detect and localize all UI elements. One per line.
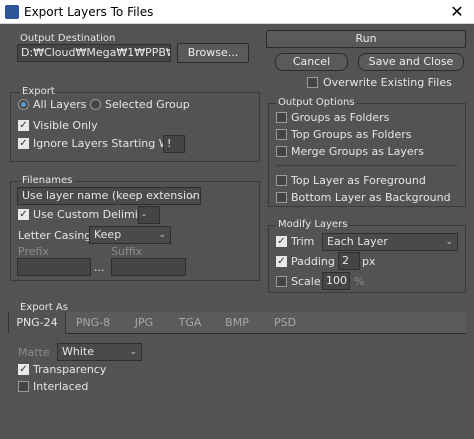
run-button[interactable]: Run [266,30,466,48]
tab-jpg[interactable]: JPG [122,312,166,334]
selected-group-radio[interactable] [90,99,101,110]
tab-tga[interactable]: TGA [168,312,212,334]
groups-as-folders-checkbox[interactable] [276,112,287,123]
matte-value: White [62,345,94,358]
export-label: Export [20,86,57,97]
interlaced-label: Interlaced [33,380,89,393]
prefix-suffix-ellipsis: ... [94,261,105,274]
chevron-down-icon: ⌄ [158,230,166,240]
tab-png-8[interactable]: PNG-8 [70,312,116,334]
output-options-divider [276,165,458,166]
selected-group-label: Selected Group [105,98,190,111]
chevron-down-icon: ⌄ [129,347,137,357]
groups-as-folders-label: Groups as Folders [291,111,390,124]
transparency-checkbox[interactable]: ✓ [18,364,29,375]
title-bar: Export Layers To Files ✕ [0,0,474,24]
interlaced-checkbox[interactable] [18,381,29,392]
letter-casing-label: Letter Casing [18,229,92,242]
suffix-input[interactable] [111,258,186,276]
ignore-prefix-input[interactable]: ! [163,135,185,153]
scale-checkbox[interactable] [276,276,287,287]
output-path-field[interactable]: D:₩Cloud₩Mega₩1₩PPB₩UI 1₩ [17,44,171,62]
top-layer-foreground-checkbox[interactable] [276,175,287,186]
chevron-down-icon: ⌄ [188,191,196,201]
padding-input[interactable]: 2 [338,252,360,270]
trim-checkbox[interactable]: ✓ [276,236,287,247]
merge-groups-label: Merge Groups as Layers [291,145,424,158]
delimiter-input[interactable]: - [138,206,160,224]
matte-label: Matte [18,346,50,359]
save-and-close-button[interactable]: Save and Close [358,53,464,71]
output-options-label: Output Options [276,97,357,108]
custom-delimiter-label: Use Custom Delimiter [33,208,154,221]
custom-delimiter-checkbox[interactable]: ✓ [18,209,29,220]
all-layers-label: All Layers [33,98,87,111]
filename-mode-select[interactable]: Use layer name (keep extension) ⌄ [17,187,201,205]
prefix-input[interactable] [17,258,91,276]
tab-psd[interactable]: PSD [262,312,308,334]
transparency-label: Transparency [33,363,107,376]
visible-only-checkbox[interactable]: ✓ [18,120,29,131]
trim-mode-select[interactable]: Each Layer ⌄ [322,233,458,251]
trim-mode-value: Each Layer [327,235,388,248]
top-layer-foreground-label: Top Layer as Foreground [291,174,426,187]
trim-label: Trim [291,235,315,248]
cancel-button[interactable]: Cancel [275,53,348,71]
ignore-layers-checkbox[interactable]: ✓ [18,138,29,149]
window-title: Export Layers To Files [24,5,154,19]
merge-groups-checkbox[interactable] [276,146,287,157]
padding-checkbox[interactable]: ✓ [276,256,287,267]
overwrite-label: Overwrite Existing Files [323,76,452,89]
ignore-layers-label: Ignore Layers Starting With [33,137,184,150]
filenames-label: Filenames [20,175,75,186]
scale-unit: % [354,275,365,288]
bottom-layer-background-checkbox[interactable] [276,192,287,203]
tab-png-24[interactable]: PNG-24 [8,312,66,334]
prefix-label: Prefix [18,245,49,258]
overwrite-checkbox[interactable] [307,77,318,88]
padding-unit: px [362,255,376,268]
letter-casing-select[interactable]: Keep ⌄ [89,226,171,244]
letter-casing-value: Keep [94,228,122,241]
top-groups-as-folders-label: Top Groups as Folders [291,128,412,141]
format-tabs: PNG-24 PNG-8 JPG TGA BMP PSD [8,312,466,334]
visible-only-label: Visible Only [33,119,98,132]
output-destination-label: Output Destination [20,33,116,44]
scale-label: Scale [291,275,321,288]
bottom-layer-background-label: Bottom Layer as Background [291,191,451,204]
app-icon [5,5,19,19]
padding-label: Padding [291,255,335,268]
browse-button[interactable]: Browse... [177,43,249,63]
modify-layers-label: Modify Layers [276,219,350,230]
chevron-down-icon: ⌄ [445,237,453,247]
all-layers-radio[interactable] [18,99,29,110]
scale-input[interactable]: 100 [322,272,350,290]
matte-select[interactable]: White ⌄ [57,343,142,361]
close-icon[interactable]: ✕ [440,0,474,24]
tab-bmp[interactable]: BMP [214,312,260,334]
suffix-label: Suffix [111,245,143,258]
filename-mode-value: Use layer name (keep extension) [22,189,201,202]
top-groups-as-folders-checkbox[interactable] [276,129,287,140]
